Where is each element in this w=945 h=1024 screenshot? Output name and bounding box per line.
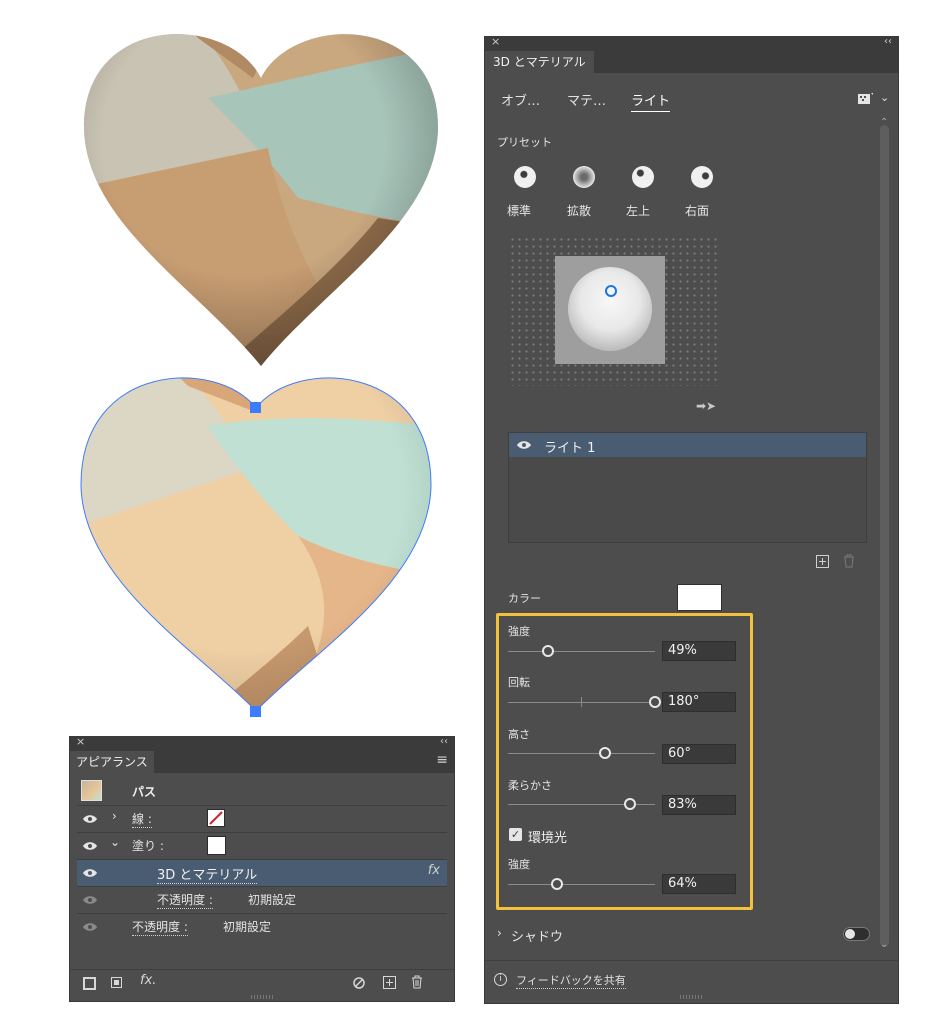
intensity-slider-track[interactable] [508,651,655,652]
fill-label[interactable]: 塗り : [132,837,164,854]
softness-label: 柔らかさ [508,779,552,792]
preset-standard-icon[interactable] [514,166,536,188]
light-preview-sphere[interactable] [555,256,665,364]
close-icon[interactable]: × [76,735,85,748]
add-new-fill-icon[interactable] [111,977,122,988]
eye-icon[interactable] [82,841,98,851]
delete-light-icon[interactable] [843,554,855,568]
preset-diffuse-icon[interactable] [573,166,595,188]
intensity-field[interactable]: 49% [662,641,736,661]
stroke-row[interactable]: › 線 : [77,805,447,832]
fill-opacity-value: 初期設定 [248,893,297,907]
rotation-field[interactable]: 180° [662,692,736,712]
collapse-icon[interactable]: ‹‹ [884,36,892,47]
object-label: パス [132,785,157,799]
tab-lighting[interactable]: ライト [631,90,671,112]
delete-item-icon[interactable] [411,975,423,989]
chevron-down-icon[interactable]: ⌄ [880,91,889,104]
preset-standard-label[interactable]: 標準 [507,202,531,219]
effect-row[interactable]: 3D とマテリアル fx [77,859,447,886]
resize-grip[interactable] [251,995,275,999]
preset-top-left-label[interactable]: 左上 [626,202,650,219]
color-label: カラー [508,592,541,605]
anchor-point-bottom[interactable] [250,706,261,717]
3d-material-panel: × ‹‹ 3D とマテリアル オブ… マテ… ライト ⌄ ⌃ ⌄ プリセット 標… [484,35,899,1004]
fx-icon[interactable]: fx [428,863,440,878]
rotation-slider-thumb[interactable] [649,696,661,708]
fill-white-swatch[interactable] [207,836,226,855]
light-list: ライト 1 [508,432,867,543]
panel-menu-icon[interactable]: ≡ [436,752,448,768]
rotation-label: 回転 [508,676,530,689]
chevron-right-icon[interactable]: › [497,926,502,940]
tab-object[interactable]: オブ… [501,90,540,109]
fill-row[interactable]: ⌄ 塗り : [77,832,447,859]
eye-icon[interactable] [82,868,98,878]
resize-grip[interactable] [680,995,704,999]
preset-right-icon[interactable] [691,166,713,188]
intensity-slider-thumb[interactable] [541,645,554,657]
chevron-right-icon[interactable]: › [112,809,117,823]
ambient-label: 環境光 [528,831,568,846]
ambient-intensity-slider-track[interactable] [508,884,655,885]
add-effect-icon[interactable]: fx. [140,973,156,988]
render-settings-icon[interactable] [858,92,876,106]
anchor-point-top[interactable] [250,402,261,413]
preset-top-left-icon[interactable] [632,166,654,188]
stroke-label[interactable]: 線 : [132,810,152,828]
info-icon: i [494,973,507,986]
fill-opacity-label[interactable]: 不透明度 : [157,891,213,909]
collapse-icon[interactable]: ‹‹ [440,736,448,747]
ambient-checkbox[interactable]: ✓ [509,828,522,841]
ambient-intensity-label: 強度 [508,858,530,871]
chevron-down-icon[interactable]: ⌄ [110,835,120,849]
panel-title-tab[interactable]: 3D とマテリアル [485,51,594,73]
appearance-panel: × ‹‹ アピアランス ≡ パス › 線 : ⌄ 塗り : 3D とマテリアル … [69,735,455,1002]
preset-diffuse-label[interactable]: 拡散 [567,202,591,219]
eye-icon[interactable] [82,895,98,905]
duplicate-item-icon[interactable] [383,976,396,989]
scroll-down-icon[interactable]: ⌄ [880,939,888,950]
fill-opacity-row[interactable]: 不透明度 : 初期設定 [77,886,447,913]
effect-label[interactable]: 3D とマテリアル [157,864,258,884]
ambient-intensity-slider-thumb[interactable] [550,878,563,890]
scroll-up-icon[interactable]: ⌃ [880,117,888,128]
move-light-behind-icon[interactable]: ➡➤ [696,399,716,413]
tab-material[interactable]: マテ… [567,90,606,109]
light-color-swatch[interactable] [677,584,722,611]
shadow-label[interactable]: シャドウ [511,926,563,945]
height-field[interactable]: 60° [662,744,736,764]
scrollbar[interactable] [880,125,889,947]
height-slider-track[interactable] [508,753,655,754]
intensity-label: 強度 [508,625,530,638]
softness-field[interactable]: 83% [662,795,736,815]
light-list-item[interactable]: ライト 1 [509,433,866,457]
eye-icon[interactable] [82,814,98,824]
heart-artwork-selected[interactable] [78,366,438,722]
heart-artwork-top [83,34,439,366]
preset-right-label[interactable]: 右面 [685,202,709,219]
shadow-toggle[interactable] [843,927,870,941]
clear-appearance-icon[interactable] [353,977,365,989]
height-label: 高さ [508,728,530,741]
height-slider-thumb[interactable] [599,747,612,759]
object-opacity-label[interactable]: 不透明度 : [132,918,188,936]
object-opacity-row[interactable]: 不透明度 : 初期設定 [77,913,447,940]
share-feedback-link[interactable]: フィードバックを共有 [516,972,626,989]
object-opacity-value: 初期設定 [223,920,272,934]
appearance-tab[interactable]: アピアランス [70,751,154,773]
stroke-none-swatch[interactable] [207,809,225,827]
add-light-icon[interactable] [816,555,829,568]
eye-icon[interactable] [82,922,98,932]
add-new-stroke-icon[interactable] [83,977,96,990]
ambient-intensity-field[interactable]: 64% [662,874,736,894]
preset-heading: プリセット [497,136,552,149]
close-icon[interactable]: × [491,35,500,48]
softness-slider-thumb[interactable] [624,798,636,810]
object-thumbnail [81,780,102,801]
eye-icon[interactable] [516,440,532,450]
light-name: ライト 1 [544,441,596,456]
light-handle-icon[interactable] [605,285,617,297]
